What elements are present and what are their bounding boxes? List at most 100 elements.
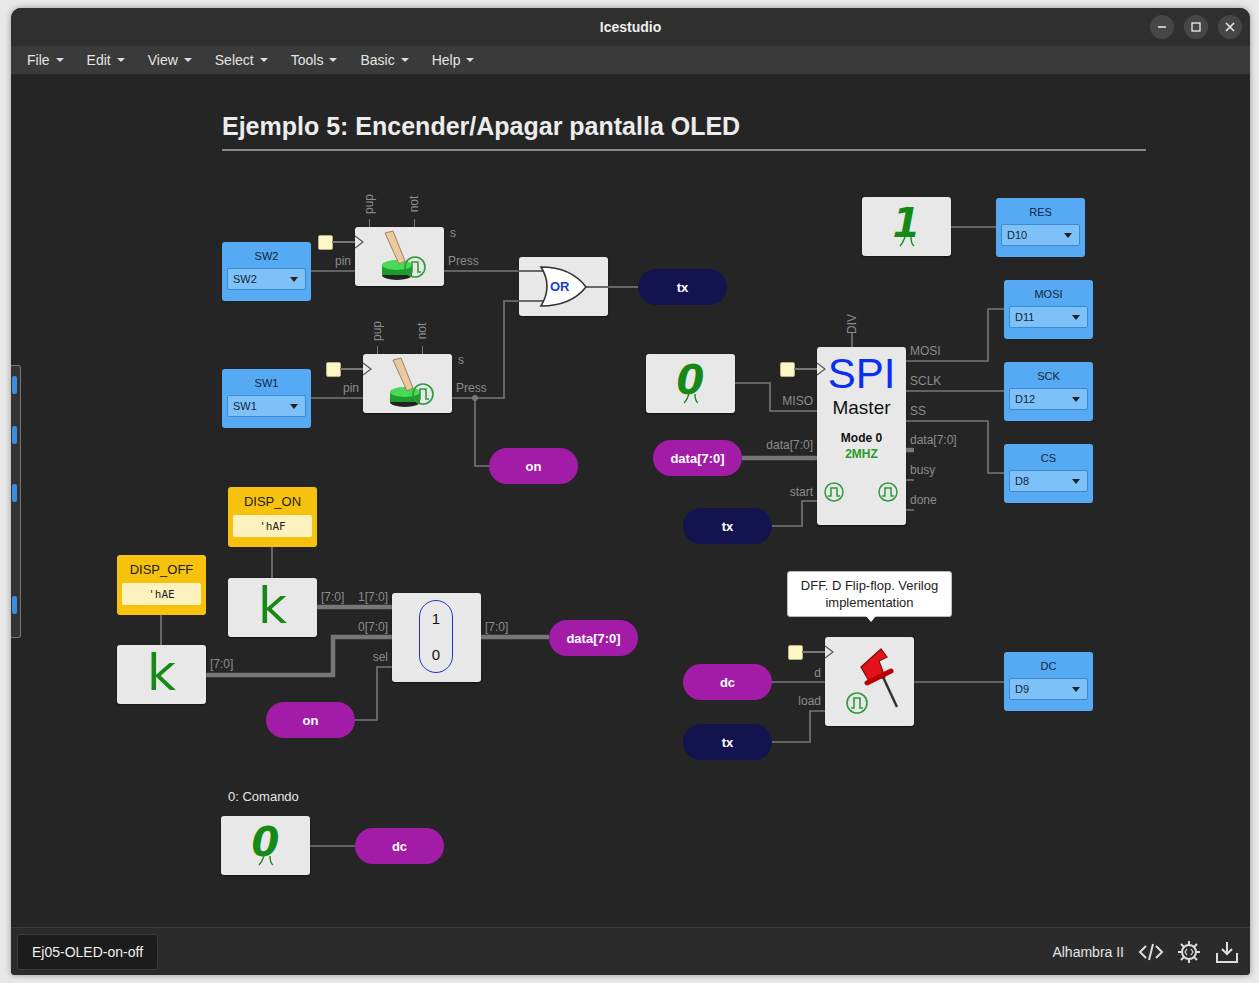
wire[interactable] [772,501,817,526]
pin-select[interactable]: D12 [1009,388,1088,410]
pin-select[interactable]: D9 [1009,678,1088,700]
wire[interactable] [906,448,914,453]
upload-icon[interactable] [1214,939,1240,965]
pin-label: sel [373,650,388,664]
pin-name: RES [996,206,1085,218]
constant-bit[interactable]: 0 [646,354,735,413]
wire[interactable] [742,456,817,461]
block-tooltip: DFF. D Flip-flop. Verilog implementation [787,571,952,617]
build-icon[interactable] [1176,939,1202,965]
pin-select[interactable]: D10 [1001,224,1080,246]
pin-block[interactable]: DCD9 [1004,652,1093,711]
wire[interactable] [271,547,273,578]
net-label[interactable]: dc [355,828,444,864]
wire[interactable] [772,711,825,742]
clock-input [780,362,795,377]
wire[interactable] [310,270,355,272]
button-block[interactable]: pupnotspinPress [363,354,452,413]
wire[interactable] [951,226,996,228]
pin-block[interactable]: SCKD12 [1004,362,1093,421]
pin-select[interactable]: D11 [1009,306,1088,328]
menu-item[interactable]: Edit [75,52,136,68]
menu-item[interactable]: Select [203,52,279,68]
wire[interactable] [906,390,1004,392]
constant-parameter[interactable]: DISP_ON'hAF [228,487,317,547]
wire[interactable] [355,667,392,720]
pin-name: CS [1004,452,1093,464]
constant-parameter[interactable]: DISP_OFF 'hAE [117,555,206,615]
legs-icon [680,394,704,406]
wire[interactable] [444,270,519,272]
wire[interactable] [914,681,1004,683]
multiplexer[interactable]: 1[7:0]0[7:0]sel[7:0]10 [392,593,481,682]
push-button-icon [355,227,444,286]
wire[interactable] [772,681,825,683]
constant-bit[interactable]: 1 [862,197,951,256]
close-button[interactable] [1218,15,1242,39]
net-label[interactable]: tx [683,724,772,760]
menu-item[interactable]: Tools [279,52,349,68]
wire[interactable] [310,845,355,847]
spi-master[interactable]: DIVMISOdata[7:0]startMOSISCLKSSdata[7:0]… [817,347,906,525]
net-label[interactable]: on [489,448,578,484]
wire[interactable] [851,333,853,347]
maximize-button[interactable] [1184,15,1208,39]
wire[interactable] [735,383,817,411]
net-label[interactable]: on [266,702,355,738]
pin-label: data[7:0] [910,433,957,447]
design-canvas[interactable]: Ejemplo 5: Encender/Apagar pantalla OLED… [11,75,1250,927]
wire[interactable] [475,398,489,466]
menu-item[interactable]: Basic [348,52,419,68]
constant-block[interactable]: k[7:0] [117,645,206,704]
wire[interactable] [310,397,363,399]
d-flip-flop[interactable]: dload [825,637,914,726]
net-label[interactable]: data[7:0] [653,440,742,476]
button-block[interactable]: pupnotspinPress [355,227,444,286]
wire[interactable] [906,479,914,481]
mux-icon: 10 [419,600,453,673]
wire[interactable] [481,635,549,640]
pin-block[interactable]: SW1SW1 [222,369,311,428]
minimize-button[interactable] [1150,15,1174,39]
menu-item[interactable]: File [15,52,75,68]
project-tab[interactable]: Ej05-OLED-on-off [17,934,158,970]
pin-block[interactable]: MOSID11 [1004,280,1093,339]
pin-label: busy [910,463,935,477]
pin-block[interactable]: RES D10 [996,198,1085,257]
caret-icon [184,58,192,62]
wire[interactable] [906,509,914,511]
constant-bit[interactable]: 0: Comando0 [221,816,310,875]
wire[interactable] [906,309,1004,361]
net-label[interactable]: tx [683,508,772,544]
net-label[interactable]: data[7:0] [549,620,638,656]
pin-label: s [450,226,456,240]
pin-select[interactable]: SW2 [227,268,306,290]
pin-select[interactable]: D8 [1009,470,1088,492]
side-toolbar [11,365,21,638]
pin-label: start [790,485,813,499]
or-gate[interactable]: OR [519,257,608,316]
pin-label: data[7:0] [766,438,813,452]
board-name[interactable]: Alhambra II [1052,944,1124,960]
pin-select[interactable]: SW1 [227,395,306,417]
code-icon[interactable] [1138,940,1164,964]
wire[interactable] [608,286,638,288]
menu-item[interactable]: Help [420,52,486,68]
wire[interactable] [317,605,392,610]
net-label[interactable]: tx [638,269,727,305]
menu-item[interactable]: View [136,52,203,68]
wire[interactable] [206,637,392,675]
title-bar: Icestudio [11,8,1250,46]
net-label[interactable]: dc [683,664,772,700]
constant-symbol: k [147,648,176,698]
wire[interactable] [160,615,162,645]
parameter-name: DISP_OFF [117,562,206,577]
constant-block[interactable]: k[7:0] [228,578,317,637]
parameter-value[interactable]: 'hAE [122,583,201,605]
dropdown-icon [1072,687,1080,692]
wire[interactable] [452,301,519,398]
pin-block[interactable]: CS D8 [1004,444,1093,503]
pin-block[interactable]: SW2SW2 [222,242,311,301]
parameter-value[interactable]: 'hAF [233,515,312,537]
push-button-icon [363,354,452,413]
